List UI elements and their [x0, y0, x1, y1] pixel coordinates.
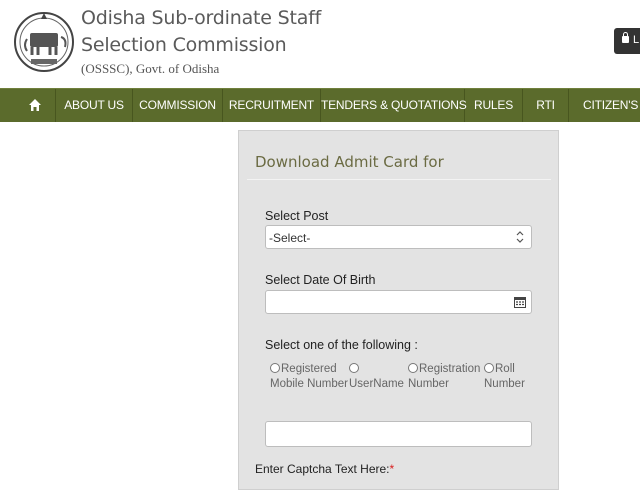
- radio-circle-icon[interactable]: [349, 362, 359, 373]
- org-name-line2: Selection Commission: [81, 34, 287, 56]
- org-name-line1: Odisha Sub-ordinate Staff: [81, 7, 322, 29]
- post-label: Select Post: [265, 209, 329, 223]
- nav-tenders-quotations[interactable]: TENDERS & QUOTATIONS: [321, 89, 467, 122]
- nav-commission[interactable]: COMMISSION: [133, 89, 223, 122]
- login-label: L: [633, 34, 640, 46]
- radio-circle-icon[interactable]: [270, 362, 280, 373]
- radio-username[interactable]: UserName: [349, 362, 404, 392]
- radio-roll-line1: Roll: [495, 363, 515, 375]
- radio-mobile-line1: Registered: [281, 363, 337, 375]
- nav-home[interactable]: [0, 89, 56, 122]
- login-button[interactable]: L: [614, 28, 640, 54]
- nav-about-us[interactable]: ABOUT US: [56, 89, 133, 122]
- radio-username-line2: UserName: [349, 378, 404, 390]
- radio-mobile-line2: Mobile Number: [270, 378, 348, 390]
- lock-icon: [622, 32, 629, 43]
- chevron-updown-icon: [516, 231, 524, 243]
- radio-registered-mobile[interactable]: Registered Mobile Number: [270, 362, 348, 392]
- main-nav: ABOUT US COMMISSION RECRUITMENT TENDERS …: [0, 88, 640, 122]
- radio-registration-line1: Registration: [419, 363, 481, 375]
- post-select-value: -Select-: [269, 231, 311, 245]
- org-subtitle: (OSSSC), Govt. of Odisha: [81, 61, 220, 76]
- radio-circle-icon[interactable]: [484, 362, 494, 373]
- post-select[interactable]: -Select-: [265, 225, 532, 249]
- osssc-emblem-icon[interactable]: [13, 3, 75, 81]
- radio-registration-number[interactable]: Registration Number: [408, 362, 480, 392]
- calendar-icon[interactable]: [514, 296, 526, 308]
- org-name: Odisha Sub-ordinate Staff Selection Comm…: [81, 5, 321, 59]
- dob-label: Select Date Of Birth: [265, 273, 376, 287]
- nav-rti[interactable]: RTI: [523, 89, 569, 122]
- nav-rules[interactable]: RULES: [465, 89, 523, 122]
- admit-card-form: Download Admit Card for Select Post -Sel…: [238, 130, 559, 490]
- nav-citizens-charter[interactable]: CITIZEN'S CH: [569, 89, 640, 122]
- radio-registration-line2: Number: [408, 378, 449, 390]
- radio-roll-line2: Number: [484, 378, 525, 390]
- dob-input[interactable]: [265, 290, 532, 314]
- home-icon: [29, 99, 41, 111]
- form-title: Download Admit Card for: [255, 153, 444, 171]
- radio-circle-icon[interactable]: [408, 362, 418, 373]
- captcha-label: Enter Captcha Text Here:*: [255, 462, 394, 476]
- required-mark: *: [389, 462, 395, 476]
- title-divider: [247, 179, 551, 180]
- choice-value-input[interactable]: [265, 421, 532, 447]
- captcha-label-text: Enter Captcha Text Here:: [255, 462, 390, 476]
- choice-label: Select one of the following :: [265, 338, 418, 352]
- site-header: Odisha Sub-ordinate Staff Selection Comm…: [0, 0, 640, 88]
- nav-recruitment[interactable]: RECRUITMENT: [223, 89, 321, 122]
- radio-roll-number[interactable]: Roll Number: [484, 362, 525, 392]
